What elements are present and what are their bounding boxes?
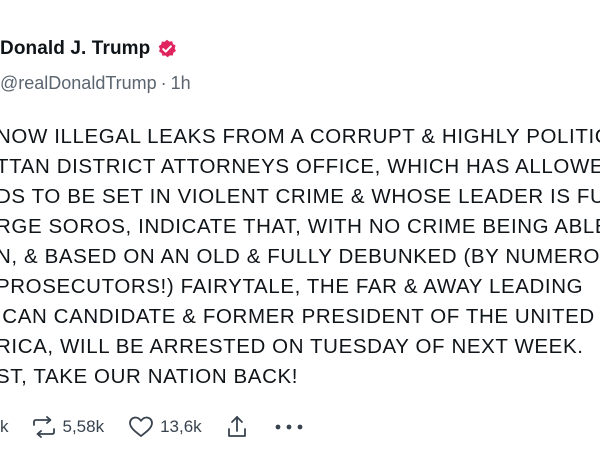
- handle-row: @realDonaldTrump · 1h: [0, 70, 191, 96]
- verified-badge-icon: [157, 39, 177, 59]
- like-icon: [129, 416, 153, 437]
- share-button[interactable]: [226, 415, 248, 439]
- action-bar: k 5,58k 13,6k: [0, 412, 304, 442]
- more-icon: [275, 424, 303, 430]
- post-body-line: N, & BASED ON AN OLD & FULLY DEBUNKED (B…: [0, 245, 600, 268]
- like-count: 13,6k: [160, 417, 202, 436]
- repost-icon: [32, 416, 55, 438]
- post-body-line: ST, TAKE OUR NATION BACK!: [0, 365, 299, 388]
- reply-button[interactable]: k: [0, 417, 9, 437]
- author-row: Donald J. Trump: [0, 34, 177, 64]
- share-icon: [227, 416, 246, 437]
- repost-button[interactable]: 5,58k: [31, 416, 105, 438]
- post-body: NOW ILLEGAL LEAKS FROM A CORRUPT & HIGHL…: [0, 122, 600, 392]
- author-display-name[interactable]: Donald J. Trump: [0, 38, 150, 60]
- more-button[interactable]: [274, 422, 304, 432]
- post-body-line: RICA, WILL BE ARRESTED ON TUESDAY OF NEX…: [0, 335, 584, 358]
- reply-count: k: [0, 417, 9, 436]
- post-body-line: TTAN DISTRICT ATTORNEYS OFFICE, WHICH HA…: [0, 155, 600, 178]
- post: Donald J. Trump @realDonaldTrump · 1h NO…: [0, 0, 600, 450]
- post-body-line: PROSECUTORS!) FAIRYTALE, THE FAR & AWAY …: [0, 275, 584, 298]
- repost-count: 5,58k: [62, 417, 105, 436]
- post-body-line: DS TO BE SET IN VIOLENT CRIME & WHOSE LE…: [0, 185, 600, 208]
- post-body-line: NOW ILLEGAL LEAKS FROM A CORRUPT & HIGHL…: [0, 125, 600, 148]
- post-body-line: RGE SOROS, INDICATE THAT, WITH NO CRIME …: [0, 215, 600, 238]
- meta-separator: ·: [160, 72, 167, 93]
- post-time[interactable]: 1h: [171, 73, 191, 94]
- like-button[interactable]: 13,6k: [128, 416, 202, 438]
- author-handle[interactable]: @realDonaldTrump: [0, 73, 157, 94]
- post-body-line: ICAN CANDIDATE & FORMER PRESIDENT OF THE…: [0, 305, 595, 328]
